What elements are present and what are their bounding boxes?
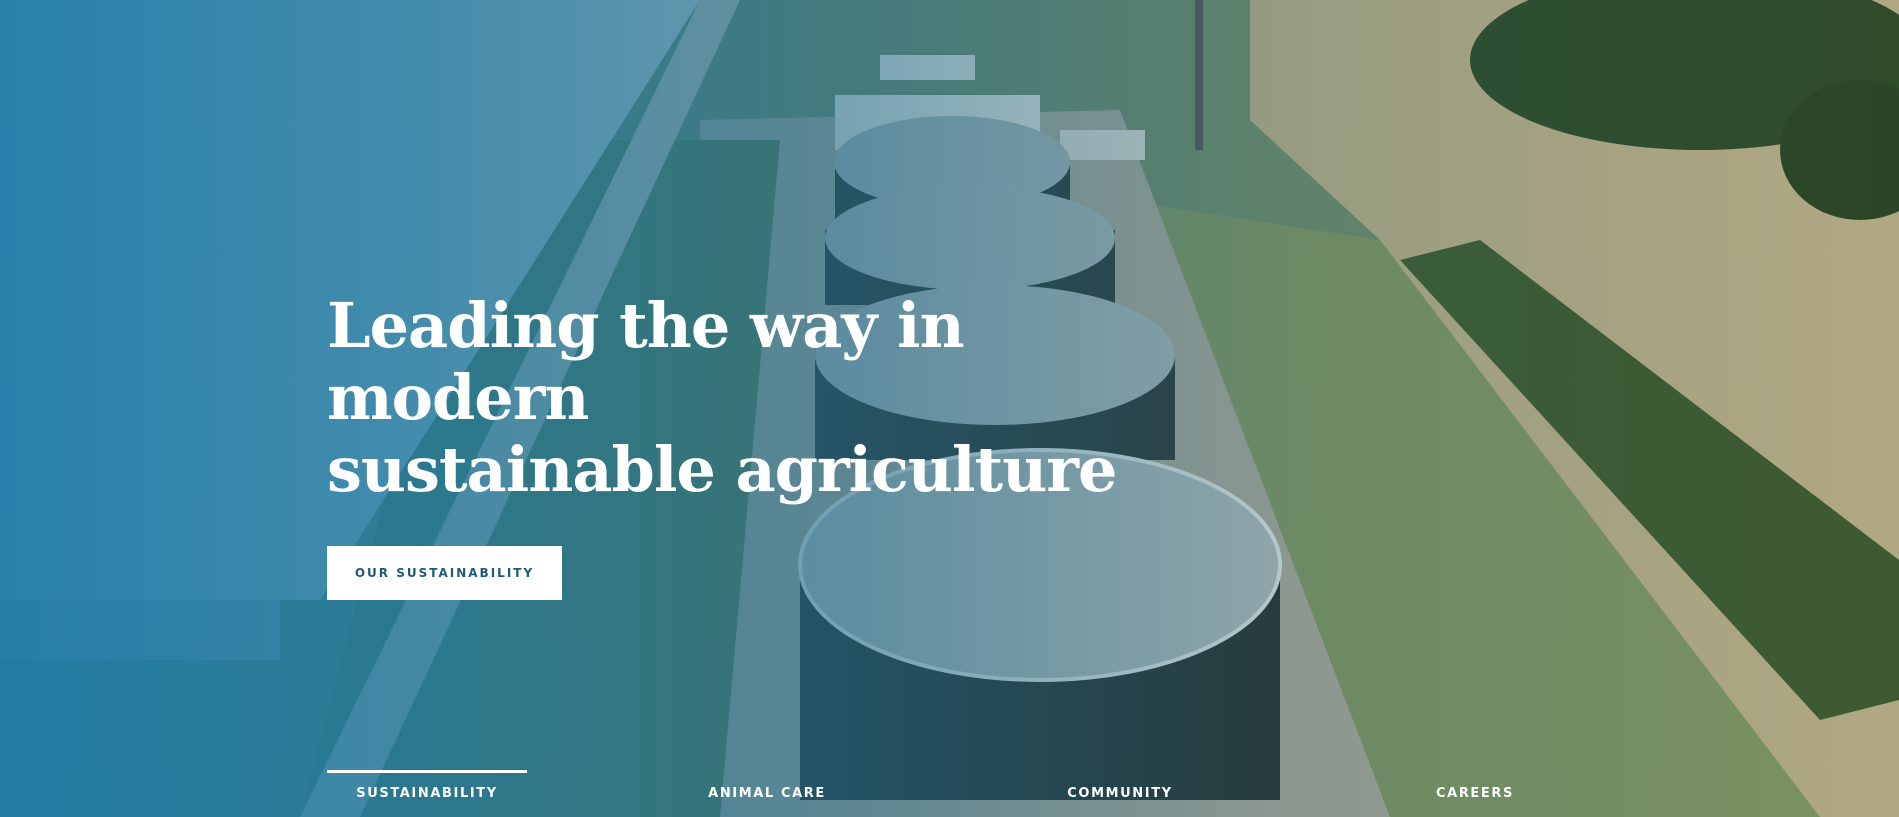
tab-label: CAREERS (1436, 786, 1514, 801)
tab-label: SUSTAINABILITY (356, 786, 498, 801)
section-tabs: SUSTAINABILITY ANIMAL CARE COMMUNITY CAR… (327, 770, 1577, 817)
tab-animal-care[interactable]: ANIMAL CARE (667, 770, 867, 817)
hero-title-line-1: Leading the way in modern (327, 289, 965, 434)
hero-section: Leading the way in modern sustainable ag… (0, 0, 1899, 817)
tab-label: ANIMAL CARE (708, 786, 826, 801)
tab-careers[interactable]: CAREERS (1375, 770, 1575, 817)
tab-label: COMMUNITY (1067, 786, 1173, 801)
tab-community[interactable]: COMMUNITY (1020, 770, 1220, 817)
tab-sustainability[interactable]: SUSTAINABILITY (327, 770, 527, 817)
hero-title: Leading the way in modern sustainable ag… (327, 290, 1227, 506)
hero-content: Leading the way in modern sustainable ag… (327, 290, 1227, 600)
our-sustainability-button[interactable]: OUR SUSTAINABILITY (327, 546, 562, 600)
hero-title-line-2: sustainable agriculture (327, 433, 1117, 506)
